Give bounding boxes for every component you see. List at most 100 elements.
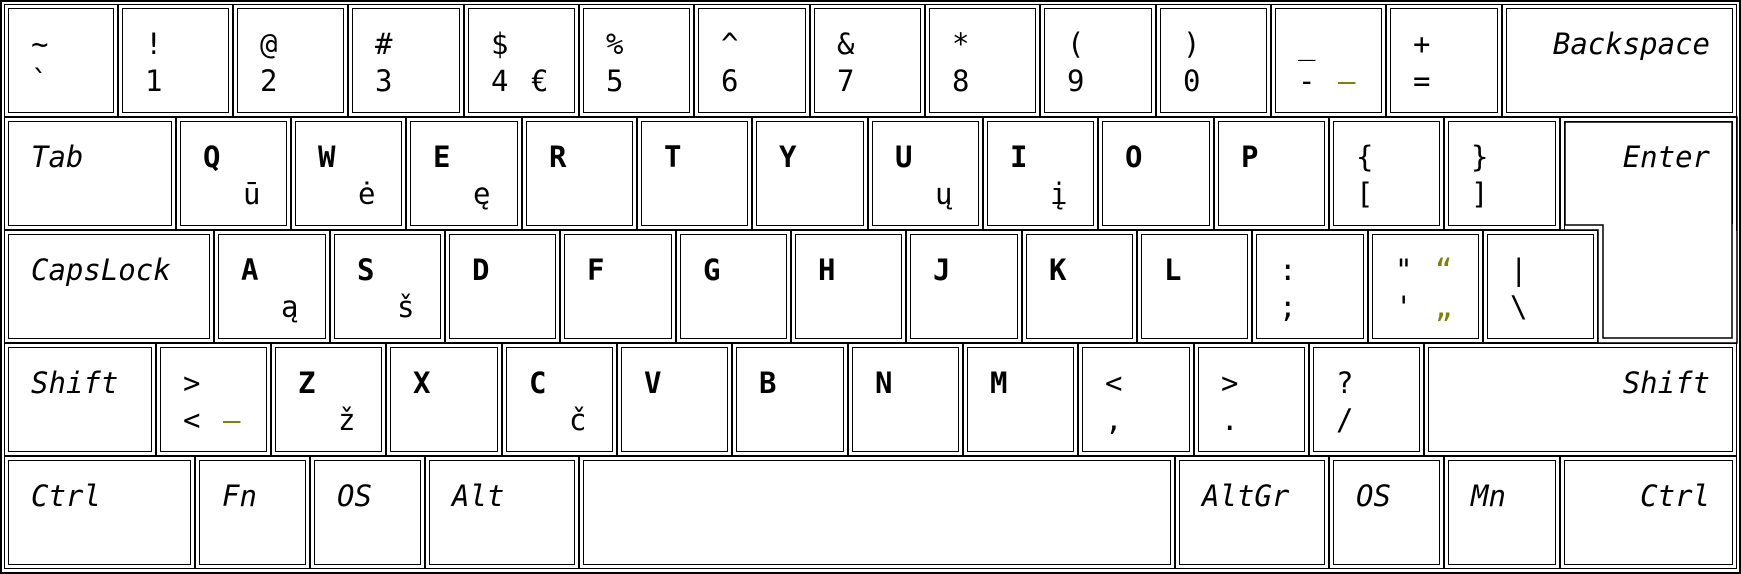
key-period[interactable]: >. — [1194, 343, 1309, 456]
key-d[interactable]: D — [445, 230, 560, 343]
key-enter-label: Enter — [1622, 140, 1710, 174]
key-iso-base-char: < — [183, 403, 201, 437]
key-lbracket[interactable]: {[ — [1329, 117, 1444, 230]
key-mn[interactable]: Mn — [1444, 456, 1560, 569]
key-backspace-label: Backspace — [1552, 27, 1710, 61]
key-u-alt: ų — [935, 177, 953, 211]
key-quote[interactable]: " ' “„ — [1368, 230, 1483, 343]
key-v[interactable]: V — [617, 343, 732, 456]
key-s-letter: S — [357, 253, 375, 287]
key-s[interactable]: Sš — [330, 230, 445, 343]
key-9[interactable]: (9 — [1040, 4, 1156, 117]
key-q[interactable]: Qū — [176, 117, 291, 230]
key-3[interactable]: #3 — [348, 4, 464, 117]
key-equals[interactable]: + = — [1386, 4, 1502, 117]
key-f[interactable]: F — [560, 230, 676, 343]
key-p[interactable]: P — [1214, 117, 1329, 230]
key-minus-alt: – — [1338, 64, 1356, 98]
key-o-letter: O — [1125, 140, 1143, 174]
key-a-letter: A — [241, 253, 259, 287]
key-g[interactable]: G — [676, 230, 791, 343]
key-x-letter: X — [413, 366, 431, 400]
key-fn[interactable]: Fn — [195, 456, 310, 569]
key-1[interactable]: ! 1 — [118, 4, 233, 117]
key-c-letter: C — [529, 366, 547, 400]
key-b[interactable]: B — [732, 343, 848, 456]
key-t[interactable]: T — [637, 117, 752, 230]
key-minus-shift-char: _ — [1298, 27, 1316, 61]
key-lshift-label: Shift — [31, 366, 119, 400]
key-capslock[interactable]: CapsLock — [4, 230, 214, 343]
key-7-shift-char: & — [837, 27, 855, 61]
key-altgr-label: AltGr — [1202, 479, 1290, 513]
key-u-letter: U — [895, 140, 913, 174]
key-minus[interactable]: _ - – — [1271, 4, 1386, 117]
key-tab[interactable]: Tab — [4, 117, 176, 230]
key-rbracket[interactable]: }] — [1444, 117, 1560, 230]
key-5-base-char: 5 — [606, 64, 624, 98]
key-7[interactable]: & 7 — [810, 4, 925, 117]
key-ros[interactable]: OS — [1329, 456, 1444, 569]
key-ros-label: OS — [1356, 479, 1391, 513]
key-tab-label: Tab — [31, 140, 84, 174]
key-altgr[interactable]: AltGr — [1175, 456, 1329, 569]
key-r[interactable]: R — [522, 117, 637, 230]
key-8[interactable]: * 8 — [925, 4, 1040, 117]
key-rctrl[interactable]: Ctrl — [1560, 456, 1737, 569]
key-i[interactable]: Iį — [983, 117, 1098, 230]
key-h[interactable]: H — [791, 230, 906, 343]
key-alt[interactable]: Alt — [425, 456, 579, 569]
key-w[interactable]: Wė — [291, 117, 406, 230]
key-capslock-label: CapsLock — [31, 253, 171, 287]
key-iso-shift-char: > — [183, 366, 201, 400]
key-n[interactable]: N — [848, 343, 963, 456]
key-e[interactable]: Eę — [406, 117, 522, 230]
key-backslash-base-char: \ — [1510, 290, 1528, 324]
key-equals-base-char: = — [1413, 64, 1431, 98]
key-semicolon[interactable]: :; — [1252, 230, 1368, 343]
key-period-shift-char: > — [1221, 366, 1239, 400]
key-4[interactable]: $4 € — [464, 4, 579, 117]
key-f-letter: F — [587, 253, 605, 287]
key-tilde[interactable]: ~ ` — [4, 4, 118, 117]
key-comma[interactable]: <, — [1078, 343, 1194, 456]
key-m[interactable]: M — [963, 343, 1078, 456]
enter-key-extension[interactable] — [1599, 231, 1738, 344]
key-5[interactable]: % 5 — [579, 4, 694, 117]
key-w-alt: ė — [358, 177, 376, 211]
key-0[interactable]: ) 0 — [1156, 4, 1271, 117]
key-lctrl[interactable]: Ctrl — [4, 456, 195, 569]
key-4-shift-char: $ — [491, 27, 509, 61]
key-y[interactable]: Y — [752, 117, 868, 230]
key-x[interactable]: X — [386, 343, 502, 456]
key-2-base-char: 2 — [260, 64, 278, 98]
key-backspace[interactable]: Backspace — [1502, 4, 1737, 117]
key-lbracket-shift-char: { — [1356, 140, 1374, 174]
key-iso[interactable]: > < – — [156, 343, 271, 456]
key-1-shift-char: ! — [145, 27, 163, 61]
key-c[interactable]: Cč — [502, 343, 617, 456]
key-2[interactable]: @2 — [233, 4, 348, 117]
key-slash-shift-char: ? — [1336, 366, 1354, 400]
key-6[interactable]: ^ 6 — [694, 4, 810, 117]
key-u[interactable]: Uų — [868, 117, 983, 230]
key-j[interactable]: J — [906, 230, 1022, 343]
key-los[interactable]: OS — [310, 456, 425, 569]
key-a[interactable]: Aą — [214, 230, 330, 343]
key-period-base-char: . — [1221, 403, 1239, 437]
key-6-base-char: 6 — [721, 64, 739, 98]
key-k[interactable]: K — [1022, 230, 1137, 343]
key-tilde-base-char: ` — [31, 64, 49, 98]
key-space[interactable] — [579, 456, 1175, 569]
key-z[interactable]: Zž — [271, 343, 386, 456]
key-4-alt: € — [531, 64, 549, 98]
key-6-shift-char: ^ — [721, 27, 739, 61]
key-o[interactable]: O — [1098, 117, 1214, 230]
key-backslash-shift-char: | — [1510, 253, 1528, 287]
key-l[interactable]: L — [1137, 230, 1252, 343]
key-rshift[interactable]: Shift — [1424, 343, 1737, 456]
key-j-letter: J — [933, 253, 951, 287]
key-backslash[interactable]: | \ — [1483, 230, 1598, 343]
key-slash[interactable]: ? / — [1309, 343, 1424, 456]
key-lshift[interactable]: Shift — [4, 343, 156, 456]
